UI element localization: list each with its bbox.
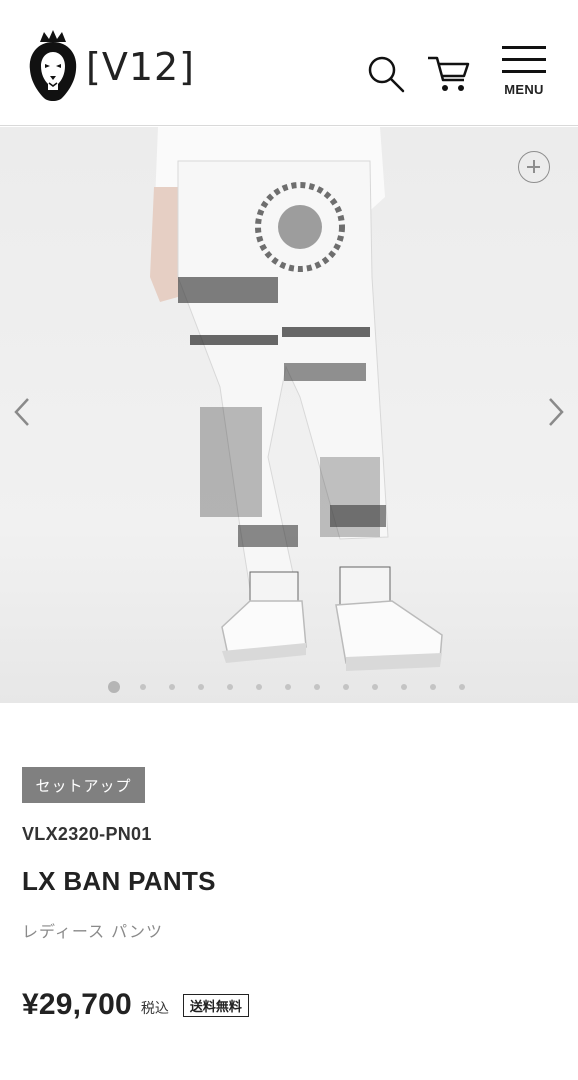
brand-name: [V12] (86, 45, 195, 89)
product-illustration (150, 127, 443, 671)
carousel-dot[interactable] (140, 684, 146, 690)
carousel-dot[interactable] (256, 684, 262, 690)
carousel-dot[interactable] (459, 684, 465, 690)
chevron-left-icon (14, 398, 29, 426)
carousel-dot[interactable] (169, 684, 175, 690)
search-button[interactable] (366, 54, 406, 94)
search-icon (368, 56, 405, 93)
carousel-dot[interactable] (227, 684, 233, 690)
cart-button[interactable] (426, 52, 472, 94)
carousel-dot[interactable] (343, 684, 349, 690)
carousel-dot[interactable] (108, 681, 120, 693)
carousel-dot[interactable] (314, 684, 320, 690)
site-header: [V12] MENU (0, 0, 578, 126)
carousel-dot[interactable] (372, 684, 378, 690)
brand-logo[interactable]: [V12] (26, 30, 195, 104)
product-category: レディース パンツ (22, 922, 163, 941)
carousel-dot[interactable] (198, 684, 204, 690)
product-photo (0, 127, 578, 703)
hamburger-icon (500, 46, 548, 73)
free-shipping-badge: 送料無料 (182, 994, 249, 1017)
menu-button[interactable]: MENU (500, 46, 548, 102)
tax-label: 税込 (140, 1001, 169, 1017)
product-title: LX BAN PANTS (22, 866, 216, 896)
price-row: ¥29,700 税込 送料無料 (22, 988, 249, 1022)
product-price: ¥29,700 (22, 988, 132, 1021)
carousel-pagination (108, 681, 488, 693)
menu-label: MENU (504, 82, 544, 97)
setup-badge[interactable]: セットアップ (22, 767, 145, 803)
crowned-lion-icon (29, 30, 77, 101)
carousel-dot[interactable] (285, 684, 291, 690)
carousel-next-button[interactable] (544, 395, 566, 429)
carousel-dot[interactable] (401, 684, 407, 690)
carousel-prev-button[interactable] (12, 395, 34, 429)
zoom-plus-icon[interactable] (518, 151, 550, 183)
chevron-right-icon (549, 398, 564, 426)
cart-icon (428, 56, 470, 91)
carousel-dot[interactable] (430, 684, 436, 690)
product-sku: VLX2320-PN01 (22, 824, 152, 844)
product-image-carousel[interactable] (0, 127, 578, 703)
